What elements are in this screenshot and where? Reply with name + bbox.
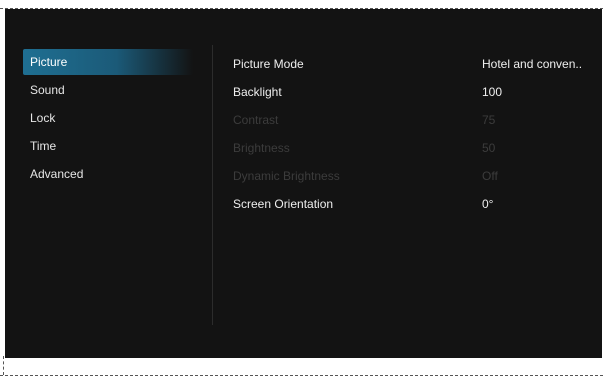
dashed-border-left <box>3 356 4 375</box>
sidebar-item-time[interactable]: Time <box>23 133 193 159</box>
sidebar-item-picture[interactable]: Picture <box>23 49 193 75</box>
dashed-border-bottom <box>0 375 603 376</box>
sidebar-item-lock[interactable]: Lock <box>23 105 193 131</box>
setting-row-brightness: Brightness 50 <box>233 135 593 163</box>
setting-row-contrast: Contrast 75 <box>233 107 593 135</box>
setting-value: 100 <box>482 85 503 99</box>
setting-label: Backlight <box>233 85 282 99</box>
panel-divider <box>212 45 213 325</box>
setting-label: Screen Orientation <box>233 197 334 211</box>
setting-value: Hotel and conven.. <box>482 57 583 71</box>
sidebar-item-advanced[interactable]: Advanced <box>23 161 193 187</box>
setting-label: Contrast <box>233 113 279 127</box>
sidebar-item-label: Sound <box>30 83 65 97</box>
sidebar-item-label: Advanced <box>30 167 84 181</box>
picture-settings-list: Picture Mode Hotel and conven.. Backligh… <box>233 51 593 219</box>
setting-value: Off <box>482 169 498 183</box>
tv-settings-screen: Picture Sound Lock Time Advanced Picture… <box>5 9 602 358</box>
setting-value: 75 <box>482 113 496 127</box>
setting-row-picture-mode[interactable]: Picture Mode Hotel and conven.. <box>233 51 593 79</box>
sidebar-item-sound[interactable]: Sound <box>23 77 193 103</box>
setting-value: 0° <box>482 197 494 211</box>
setting-label: Dynamic Brightness <box>233 169 340 183</box>
setting-value: 50 <box>482 141 496 155</box>
sidebar-item-label: Lock <box>30 111 56 125</box>
setting-row-backlight[interactable]: Backlight 100 <box>233 79 593 107</box>
setting-label: Brightness <box>233 141 290 155</box>
setting-label: Picture Mode <box>233 57 304 71</box>
settings-sidebar: Picture Sound Lock Time Advanced <box>23 49 193 189</box>
setting-row-dynamic-brightness: Dynamic Brightness Off <box>233 163 593 191</box>
setting-row-screen-orientation[interactable]: Screen Orientation 0° <box>233 191 593 219</box>
sidebar-item-label: Time <box>30 139 57 153</box>
sidebar-item-label: Picture <box>30 55 68 69</box>
